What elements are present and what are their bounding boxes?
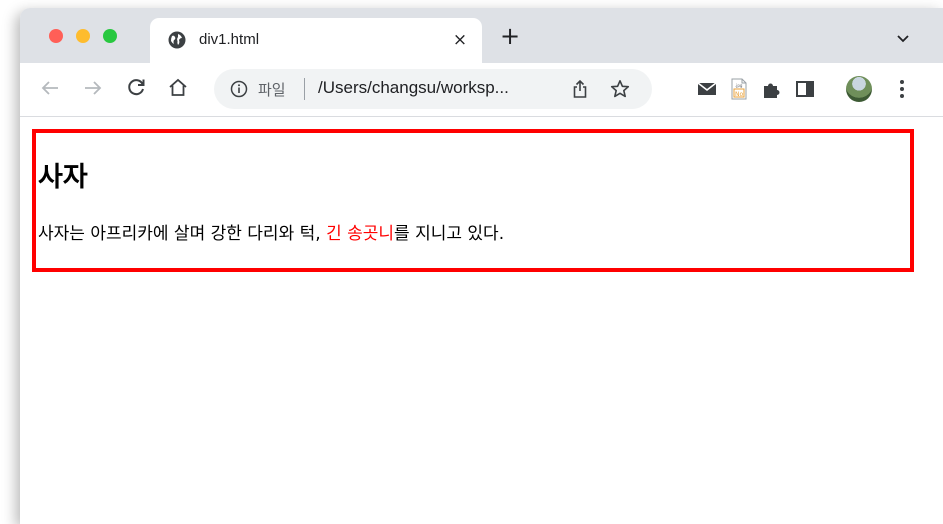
window-close-button[interactable] (49, 29, 63, 43)
browser-window: div1.html × + 파일 /Users/changsu/worksp..… (20, 8, 943, 524)
paragraph-highlight: 긴 송곳니 (326, 224, 395, 244)
url-separator (304, 78, 305, 100)
puzzle-icon[interactable] (760, 78, 782, 100)
page-viewport: 사자 사자는 아프리카에 살며 강한 다리와 턱, 긴 송곳니를 지니고 있다. (20, 117, 943, 524)
content-div: 사자 사자는 아프리카에 살며 강한 다리와 턱, 긴 송곳니를 지니고 있다. (32, 129, 914, 272)
page-heading: 사자 (38, 162, 88, 193)
share-icon[interactable] (570, 79, 590, 99)
mail-icon[interactable] (696, 78, 718, 100)
url-text[interactable]: /Users/changsu/worksp... (318, 78, 509, 98)
page-paragraph: 사자는 아프리카에 살며 강한 다리와 턱, 긴 송곳니를 지니고 있다. (38, 219, 504, 244)
chevron-down-icon[interactable] (896, 32, 910, 46)
tab-strip: div1.html × + (20, 8, 943, 63)
tab-title: div1.html (199, 31, 260, 48)
window-minimize-button[interactable] (76, 29, 90, 43)
back-button[interactable] (38, 76, 62, 100)
home-icon[interactable] (166, 76, 190, 100)
svg-text:No: No (735, 91, 743, 98)
reload-icon[interactable] (124, 76, 148, 100)
paragraph-text-before: 사자는 아프리카에 살며 강한 다리와 턱, (38, 224, 327, 244)
tab-div1[interactable]: div1.html × (150, 18, 482, 63)
tab-close-icon[interactable]: × (450, 30, 470, 50)
url-scheme-label: 파일 (258, 81, 286, 99)
toolbar: 파일 /Users/changsu/worksp... No .jpg (20, 63, 943, 117)
star-icon[interactable] (610, 79, 630, 99)
kebab-menu-icon[interactable] (898, 77, 906, 101)
jpg-file-icon[interactable]: No .jpg (728, 78, 750, 100)
globe-icon (168, 31, 186, 49)
svg-text:.jpg: .jpg (735, 83, 743, 88)
window-maximize-button[interactable] (103, 29, 117, 43)
forward-button[interactable] (81, 76, 105, 100)
paragraph-text-after: 를 지니고 있다. (394, 224, 505, 244)
info-icon[interactable] (230, 80, 248, 98)
address-bar[interactable]: 파일 /Users/changsu/worksp... (214, 69, 652, 109)
side-panel-icon[interactable] (794, 78, 816, 100)
new-tab-button[interactable]: + (498, 24, 522, 49)
avatar[interactable] (846, 76, 872, 102)
